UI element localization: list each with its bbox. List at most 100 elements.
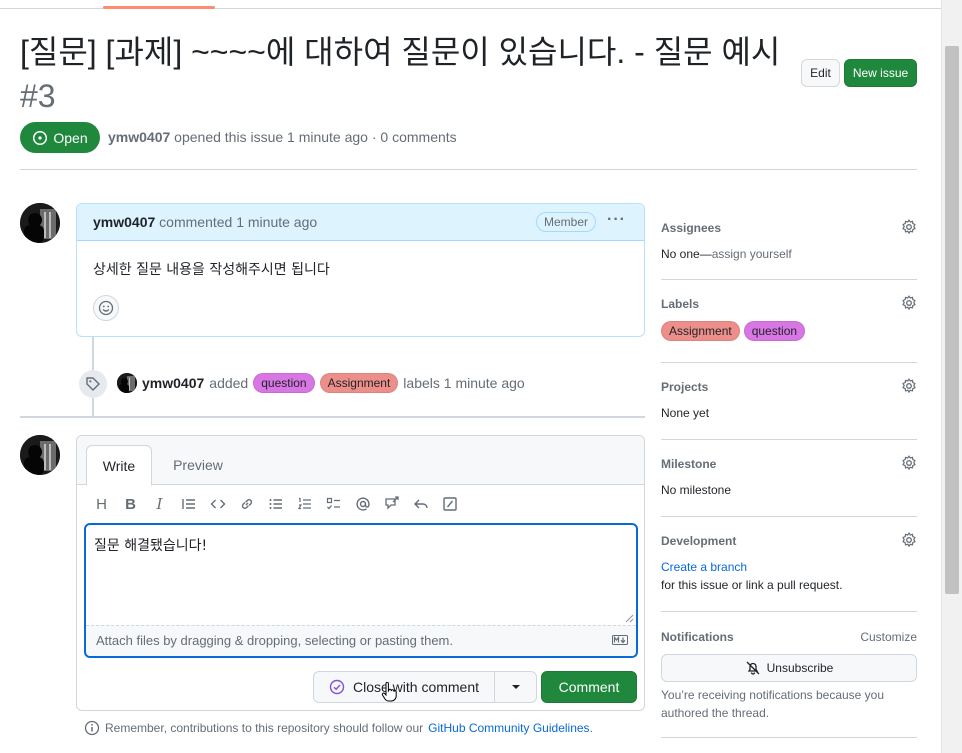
labels-list: Assignment question [661, 321, 806, 341]
assignees-none: No one— [661, 247, 712, 261]
quote-icon[interactable] [174, 492, 203, 516]
footer-note-text: Remember, contributions to this reposito… [105, 721, 424, 735]
add-reaction-button[interactable] [93, 295, 119, 321]
smiley-icon [98, 300, 114, 316]
avatar[interactable] [20, 203, 60, 243]
heading-icon[interactable]: H [87, 492, 116, 516]
comment-author[interactable]: ymw0407 [93, 214, 155, 230]
scrollbar-thumb[interactable] [945, 46, 959, 594]
sidebar-label-question[interactable]: question [743, 321, 806, 341]
issue-state-badge: Open [20, 122, 100, 153]
code-icon-svg [210, 499, 225, 509]
slash-commands-icon[interactable] [435, 492, 464, 516]
resize-handle-icon[interactable] [624, 613, 634, 623]
link-icon[interactable] [232, 492, 261, 516]
comment-options-icon[interactable]: ··· [607, 211, 626, 229]
issue-state-label: Open [53, 129, 88, 146]
bold-icon[interactable]: B [116, 492, 145, 516]
attach-files-bar[interactable]: Attach files by dragging & dropping, sel… [86, 625, 636, 656]
issue-title-text: [질문] [과제] ~~~~에 대하여 질문이 있습니다. - 질문 예시 [20, 34, 781, 70]
label-assignment[interactable]: Assignment [319, 373, 399, 393]
timeline-divider [20, 416, 645, 418]
development-title: Development [661, 534, 737, 548]
issue-title: [질문] [과제] ~~~~에 대하여 질문이 있습니다. - 질문 예시 #3 [20, 30, 790, 118]
community-guidelines-note: Remember, contributions to this reposito… [84, 720, 593, 736]
check-circle-icon [329, 679, 345, 695]
gear-icon[interactable] [901, 532, 917, 548]
comment-author-line: ymw0407 commented 1 minute ago [93, 214, 317, 230]
comment-button[interactable]: Comment [541, 671, 637, 703]
gear-icon[interactable] [901, 378, 917, 394]
page-scrollbar[interactable] [941, 0, 962, 753]
issue-meta-text: opened this issue 1 minute ago · 0 comme… [174, 129, 457, 145]
milestone-title: Milestone [661, 457, 717, 471]
quote-icon-svg [181, 499, 195, 509]
label-question[interactable]: question [253, 373, 315, 393]
mention-icon[interactable] [348, 492, 377, 516]
sidebar-divider [661, 362, 917, 363]
header-divider [20, 169, 917, 170]
close-options-dropdown[interactable] [495, 672, 536, 702]
new-issue-button[interactable]: New issue [844, 59, 917, 87]
reply-icon[interactable] [406, 492, 435, 516]
issue-meta: ymw0407 opened this issue 1 minute ago ·… [108, 129, 457, 145]
info-icon [84, 720, 100, 736]
unsubscribe-label: Unsubscribe [766, 661, 834, 675]
sidebar-divider [661, 737, 917, 738]
attach-hint: Attach files by dragging & dropping, sel… [96, 633, 453, 648]
sidebar-divider [661, 439, 917, 440]
assignees-title: Assignees [661, 221, 722, 235]
code-icon[interactable] [203, 492, 232, 516]
assign-yourself-link[interactable]: assign yourself [712, 247, 792, 261]
event-author[interactable]: ymw0407 [142, 375, 204, 391]
notification-reason-1: You’re receiving notifications because y… [661, 688, 885, 702]
comment-body: 상세한 질문 내용을 작성해주시면 됩니다 [93, 262, 330, 278]
close-with-comment-button[interactable]: Close with comment [314, 672, 495, 702]
issue-number: #3 [20, 78, 56, 114]
projects-value: None yet [661, 406, 710, 420]
cross-reference-icon[interactable] [377, 492, 406, 516]
gear-icon[interactable] [901, 295, 917, 311]
avatar-image [20, 203, 60, 243]
close-with-comment-label: Close with comment [352, 679, 480, 695]
sidebar-label-assignment[interactable]: Assignment [661, 321, 740, 341]
notifications-title: Notifications [661, 630, 734, 644]
markdown-icon[interactable] [612, 635, 628, 645]
gear-icon[interactable] [901, 219, 917, 235]
community-guidelines-link[interactable]: GitHub Community Guidelines [428, 721, 589, 735]
hand-cursor-icon [381, 682, 397, 702]
unordered-list-icon-svg [269, 499, 282, 509]
bell-slash-icon [746, 661, 760, 675]
event-avatar[interactable] [117, 373, 137, 393]
mention-icon-svg [355, 497, 370, 511]
avatar[interactable] [20, 435, 60, 475]
ordered-list-icon[interactable] [290, 492, 319, 516]
task-list-icon[interactable] [319, 492, 348, 516]
unsubscribe-button[interactable]: Unsubscribe [661, 654, 917, 682]
slash-commands-icon-svg [442, 497, 457, 511]
labels-title: Labels [661, 297, 700, 311]
comment-textarea[interactable]: 질문 해결됐습니다! [86, 525, 636, 625]
customize-notifications-link[interactable]: Customize [860, 630, 917, 644]
comment-editor: Write Preview H B I 질문 해결됐습니다! Attach fi… [76, 435, 645, 711]
member-badge: Member [536, 212, 597, 232]
cross-reference-icon-svg [384, 496, 399, 510]
issue-author-link[interactable]: ymw0407 [108, 129, 170, 145]
caret-down-icon [511, 685, 520, 689]
editor-tabs: Write Preview [77, 436, 644, 486]
edit-button[interactable]: Edit [801, 59, 840, 87]
issue-opened-icon [33, 130, 48, 145]
tab-write[interactable]: Write [86, 445, 152, 486]
gear-icon[interactable] [901, 455, 917, 471]
markdown-toolbar: H B I [87, 492, 464, 516]
label-event: ymw0407 added question Assignment labels… [117, 373, 525, 393]
tab-preview[interactable]: Preview [160, 445, 236, 485]
active-tab-indicator [103, 6, 215, 9]
unordered-list-icon[interactable] [261, 492, 290, 516]
close-with-comment-button-group: Close with comment [313, 671, 537, 703]
create-branch-link[interactable]: Create a branch [661, 560, 747, 574]
link-icon-svg [241, 499, 252, 509]
comment-action[interactable]: commented 1 minute ago [159, 214, 317, 230]
italic-icon[interactable]: I [145, 492, 174, 516]
event-suffix[interactable]: labels 1 minute ago [403, 375, 524, 391]
